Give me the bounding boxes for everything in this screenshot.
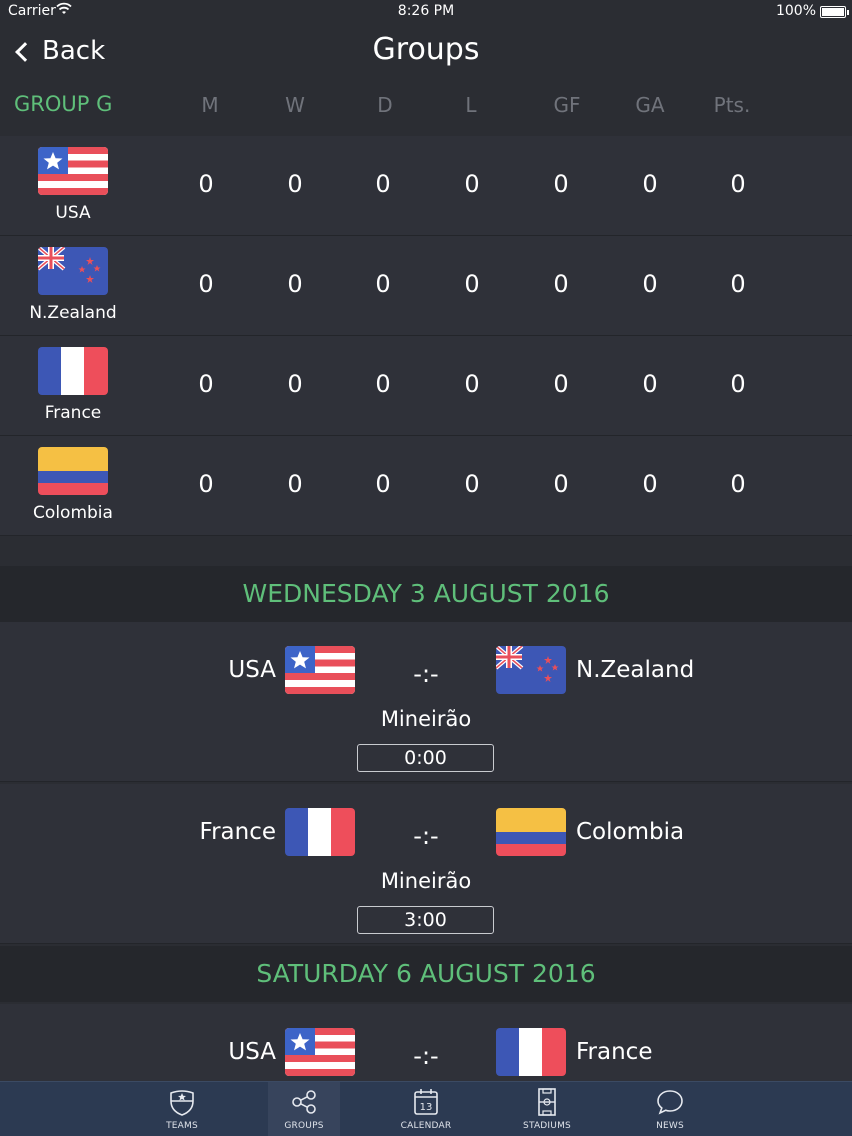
stat-goals-against: 0 (642, 370, 658, 398)
match-score: -:- (413, 660, 439, 688)
column-header-goals-against: GA (635, 93, 665, 117)
match-card[interactable]: France -:- Colombia Mineirão 3:00 (0, 784, 852, 944)
date-header: WEDNESDAY 3 AUGUST 2016 (0, 566, 852, 622)
group-name: GROUP G (14, 92, 113, 116)
team-name: N.Zealand (29, 303, 117, 323)
match-card[interactable]: USA -:- N.Zealand Mineirão 0:00 (0, 622, 852, 782)
stat-points: 0 (730, 470, 746, 498)
page-title: Groups (372, 32, 480, 67)
tab-label: GROUPS (284, 1121, 324, 1131)
stat-goals-against: 0 (642, 470, 658, 498)
france-flag-icon (496, 1028, 566, 1076)
standings-row-new-zealand[interactable]: N.Zealand 0 0 0 0 0 0 0 (0, 236, 852, 336)
share-nodes-icon (289, 1087, 319, 1121)
away-team-name: France (576, 1039, 653, 1065)
battery-icon (820, 6, 849, 18)
column-header-points: Pts. (713, 93, 751, 117)
stat-draws: 0 (375, 270, 391, 298)
stat-matches: 0 (198, 270, 214, 298)
calendar-icon: 13 (411, 1087, 441, 1121)
usa-flag-icon (285, 646, 355, 694)
home-team-name: USA (228, 1039, 276, 1065)
stat-goals-against: 0 (642, 270, 658, 298)
status-bar: Carrier 8:26 PM 100% (0, 0, 852, 24)
usa-flag-icon (38, 147, 108, 195)
date-header: SATURDAY 6 AUGUST 2016 (0, 946, 852, 1002)
svg-text:13: 13 (420, 1102, 433, 1113)
tab-calendar[interactable]: 13 CALENDAR (390, 1082, 462, 1136)
stadium-name: Mineirão (380, 707, 472, 731)
tab-label: TEAMS (166, 1121, 198, 1131)
stat-losses: 0 (464, 270, 480, 298)
match-score: -:- (413, 1042, 439, 1070)
stat-draws: 0 (375, 170, 391, 198)
stat-draws: 0 (375, 370, 391, 398)
tab-stadiums[interactable]: STADIUMS (511, 1082, 583, 1136)
team-name: Colombia (33, 503, 113, 523)
tab-teams[interactable]: TEAMS (146, 1082, 218, 1136)
column-header-goals-for: GF (553, 93, 581, 117)
new-zealand-flag-icon (496, 646, 566, 694)
stat-goals-against: 0 (642, 170, 658, 198)
france-flag-icon (285, 808, 355, 856)
tab-label: CALENDAR (400, 1121, 452, 1131)
stat-wins: 0 (287, 270, 303, 298)
stat-goals-for: 0 (553, 370, 569, 398)
stat-points: 0 (730, 370, 746, 398)
navigation-bar: Back Groups (0, 24, 852, 80)
stat-goals-for: 0 (553, 270, 569, 298)
tab-label: STADIUMS (523, 1121, 571, 1131)
shield-icon (167, 1087, 197, 1121)
clock-label: 8:26 PM (397, 3, 455, 19)
stat-goals-for: 0 (553, 470, 569, 498)
stat-points: 0 (730, 170, 746, 198)
stat-goals-for: 0 (553, 170, 569, 198)
standings-row-usa[interactable]: USA 0 0 0 0 0 0 0 (0, 136, 852, 236)
match-score: -:- (413, 822, 439, 850)
stat-losses: 0 (464, 470, 480, 498)
kickoff-time: 3:00 (357, 906, 494, 934)
stat-wins: 0 (287, 170, 303, 198)
tab-bar: TEAMS GROUPS 13 CALENDAR STADIUMS NEWS (0, 1081, 852, 1136)
colombia-flag-icon (38, 447, 108, 495)
standings-row-colombia[interactable]: Colombia 0 0 0 0 0 0 0 (0, 436, 852, 536)
tab-groups[interactable]: GROUPS (268, 1082, 340, 1136)
stat-points: 0 (730, 270, 746, 298)
stat-matches: 0 (198, 470, 214, 498)
home-team-name: France (199, 819, 276, 845)
team-name: France (44, 403, 102, 423)
tab-news[interactable]: NEWS (634, 1082, 706, 1136)
home-team-name: USA (228, 657, 276, 683)
new-zealand-flag-icon (38, 247, 108, 295)
group-header: GROUP G M W D L GF GA Pts. (0, 80, 852, 136)
stat-draws: 0 (375, 470, 391, 498)
away-team-name: N.Zealand (576, 657, 695, 683)
usa-flag-icon (285, 1028, 355, 1076)
stat-wins: 0 (287, 370, 303, 398)
column-header-matches: M (201, 93, 219, 117)
stat-losses: 0 (464, 370, 480, 398)
stat-matches: 0 (198, 170, 214, 198)
stat-wins: 0 (287, 470, 303, 498)
column-header-draws: D (377, 93, 393, 117)
stat-matches: 0 (198, 370, 214, 398)
column-header-wins: W (285, 93, 305, 117)
tab-label: NEWS (656, 1121, 684, 1131)
battery-percent: 100% (775, 3, 816, 19)
match-card[interactable]: USA -:- France (0, 1004, 852, 1081)
column-header-losses: L (465, 93, 477, 117)
standings-table: USA 0 0 0 0 0 0 0 N.Zealand 0 0 0 0 0 0 … (0, 136, 852, 536)
speech-bubble-icon (655, 1087, 685, 1121)
team-name: USA (55, 203, 91, 223)
standings-row-france[interactable]: France 0 0 0 0 0 0 0 (0, 336, 852, 436)
colombia-flag-icon (496, 808, 566, 856)
pitch-icon (532, 1087, 562, 1121)
stat-losses: 0 (464, 170, 480, 198)
stadium-name: Mineirão (380, 869, 472, 893)
france-flag-icon (38, 347, 108, 395)
kickoff-time: 0:00 (357, 744, 494, 772)
away-team-name: Colombia (576, 819, 685, 845)
